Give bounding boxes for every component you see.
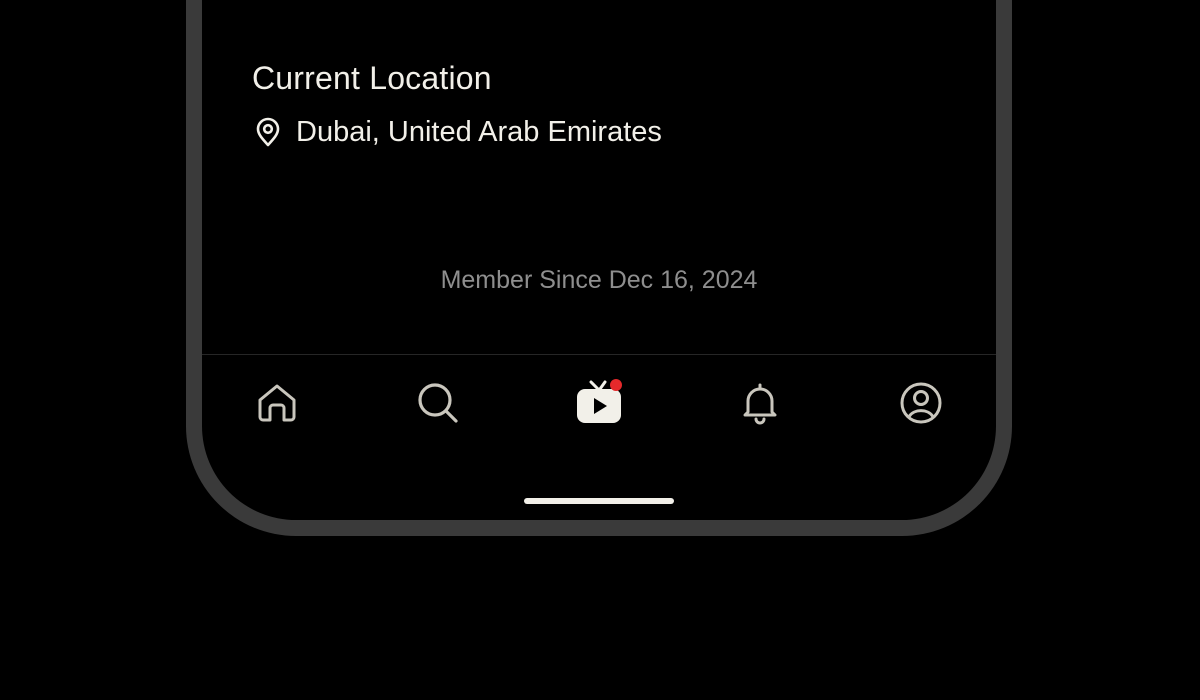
- live-badge-dot: [610, 379, 622, 391]
- location-title: Current Location: [252, 60, 492, 96]
- user-circle-icon: [899, 381, 943, 425]
- home-indicator[interactable]: [524, 498, 674, 504]
- profile-screen: Current Location Dubai, United Arab Emir…: [202, 0, 996, 520]
- map-pin-icon: [252, 116, 284, 148]
- phone-frame: Current Location Dubai, United Arab Emir…: [186, 0, 1012, 536]
- home-icon: [255, 381, 299, 425]
- tab-notifications[interactable]: [730, 375, 790, 431]
- search-icon: [416, 381, 460, 425]
- bottom-tab-bar: [202, 355, 996, 491]
- location-section: Current Location Dubai, United Arab Emir…: [252, 58, 662, 150]
- member-since-text: Member Since Dec 16, 2024: [440, 266, 758, 294]
- bell-icon: [738, 381, 782, 425]
- location-row: Dubai, United Arab Emirates: [252, 114, 662, 150]
- tab-profile[interactable]: [891, 375, 951, 431]
- tab-search[interactable]: [408, 375, 468, 431]
- tab-home[interactable]: [247, 375, 307, 431]
- location-value: Dubai, United Arab Emirates: [296, 116, 662, 148]
- tab-live[interactable]: [569, 375, 629, 431]
